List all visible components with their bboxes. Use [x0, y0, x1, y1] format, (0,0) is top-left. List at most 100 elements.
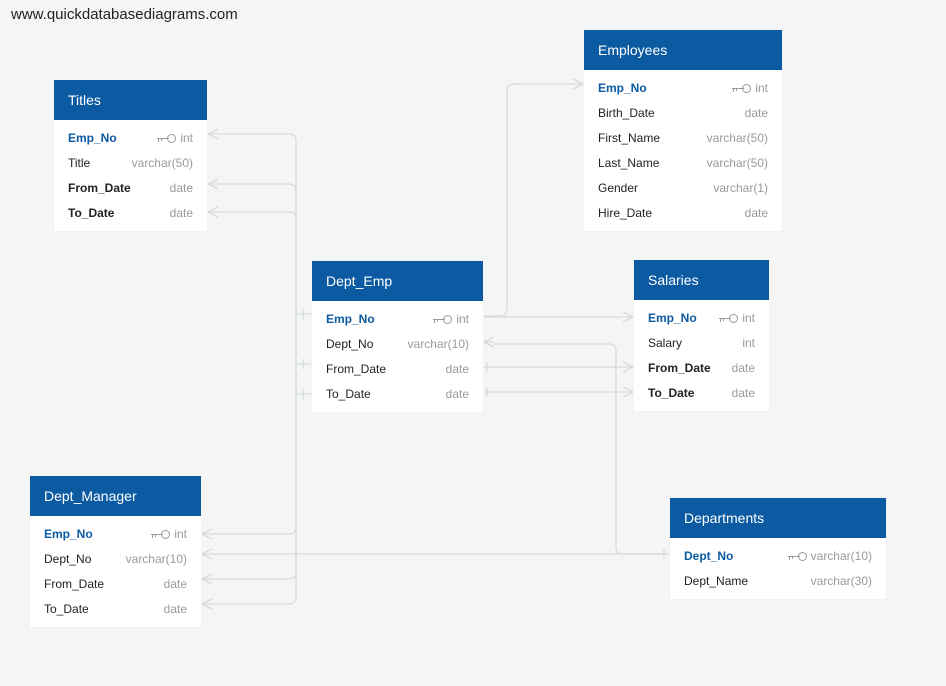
- field-type-label: date: [445, 387, 469, 401]
- field-row[interactable]: From_Date date: [30, 572, 201, 597]
- field-row[interactable]: To_Date date: [312, 382, 483, 407]
- field-row[interactable]: Dept_Name varchar(30): [670, 569, 886, 594]
- field-row[interactable]: Dept_No varchar(10): [670, 544, 886, 569]
- field-type-label: date: [169, 206, 193, 220]
- field-type: date: [732, 381, 755, 406]
- table-departments[interactable]: Departments Dept_No varchar(10) Dept_Name v…: [670, 498, 886, 599]
- field-list: Emp_No int Dept_No varchar(10) From_Date date…: [312, 301, 483, 412]
- field-type: varchar(50): [707, 126, 768, 151]
- field-type-label: varchar(50): [706, 156, 768, 170]
- field-type: varchar(10): [408, 332, 469, 357]
- field-type: int: [433, 307, 469, 332]
- table-header[interactable]: Dept_Manager: [30, 476, 201, 516]
- field-type-label: date: [445, 362, 469, 376]
- link-dept-manager-to: [202, 190, 297, 605]
- table-dept-manager[interactable]: Dept_Manager Emp_No int Dept_No varchar(10)…: [30, 476, 201, 627]
- table-header[interactable]: Salaries: [634, 260, 769, 300]
- key-icon: [157, 134, 177, 143]
- field-name: Dept_No: [44, 552, 92, 566]
- field-row[interactable]: Last_Name varchar(50): [584, 151, 782, 176]
- field-row[interactable]: Emp_No int: [584, 76, 782, 101]
- field-row[interactable]: Emp_No int: [634, 306, 769, 331]
- field-type-label: date: [163, 577, 187, 591]
- field-row[interactable]: First_Name varchar(50): [584, 126, 782, 151]
- table-header[interactable]: Employees: [584, 30, 782, 70]
- table-header[interactable]: Titles: [54, 80, 207, 120]
- key-icon: [433, 315, 453, 324]
- link-titles-to: [208, 211, 297, 220]
- table-header[interactable]: Departments: [670, 498, 886, 538]
- field-type-label: date: [731, 386, 755, 400]
- field-type: varchar(50): [132, 151, 193, 176]
- field-name: Dept_No: [326, 337, 374, 351]
- field-name: Emp_No: [326, 312, 375, 326]
- field-type: date: [170, 176, 193, 201]
- field-name: Dept_Name: [684, 574, 749, 588]
- field-row[interactable]: To_Date date: [54, 201, 207, 226]
- field-type-label: date: [744, 206, 768, 220]
- field-type: date: [170, 201, 193, 226]
- field-row[interactable]: Emp_No int: [312, 307, 483, 332]
- field-name: Title: [68, 156, 91, 170]
- field-type: varchar(30): [811, 569, 872, 594]
- field-row[interactable]: Emp_No int: [30, 522, 201, 547]
- field-name: First_Name: [598, 131, 661, 145]
- field-name: From_Date: [44, 577, 105, 591]
- field-name: From_Date: [648, 361, 711, 375]
- field-name: Emp_No: [648, 311, 697, 325]
- field-row[interactable]: Salary int: [634, 331, 769, 356]
- field-row[interactable]: From_Date date: [312, 357, 483, 382]
- field-type-label: varchar(10): [407, 337, 469, 351]
- key-icon: [787, 552, 807, 561]
- link-employees-dept-emp: [484, 83, 583, 317]
- field-row[interactable]: From_Date date: [634, 356, 769, 381]
- field-name: Emp_No: [598, 81, 647, 95]
- field-row[interactable]: From_Date date: [54, 176, 207, 201]
- field-type-label: varchar(10): [810, 549, 872, 563]
- field-name: Dept_No: [684, 549, 734, 563]
- key-icon: [732, 84, 752, 93]
- field-name: Hire_Date: [598, 206, 653, 220]
- field-list: Emp_No int Dept_No varchar(10) From_Date date…: [30, 516, 201, 627]
- field-name: To_Date: [326, 387, 371, 401]
- field-type: date: [164, 572, 187, 597]
- field-type-label: int: [755, 81, 768, 95]
- table-header[interactable]: Dept_Emp: [312, 261, 483, 301]
- field-row[interactable]: Dept_No varchar(10): [312, 332, 483, 357]
- table-salaries[interactable]: Salaries Emp_No int Salary int From_Date date…: [634, 260, 769, 411]
- table-dept-emp[interactable]: Dept_Emp Emp_No int Dept_No varchar(10) From…: [312, 261, 483, 412]
- field-type: date: [446, 382, 469, 407]
- field-type: varchar(50): [707, 151, 768, 176]
- key-icon: [151, 530, 171, 539]
- field-row[interactable]: Dept_No varchar(10): [30, 547, 201, 572]
- field-type-label: varchar(10): [125, 552, 187, 566]
- field-type: varchar(10): [787, 544, 872, 569]
- field-type: date: [745, 101, 768, 126]
- link-titles-from: [208, 183, 297, 192]
- field-row[interactable]: Birth_Date date: [584, 101, 782, 126]
- table-titles[interactable]: Titles Emp_No int Title varchar(50) From_Dat…: [54, 80, 207, 231]
- table-employees[interactable]: Employees Emp_No int Birth_Date date First_N…: [584, 30, 782, 231]
- field-row[interactable]: Gender varchar(1): [584, 176, 782, 201]
- field-type-label: varchar(50): [131, 156, 193, 170]
- field-row[interactable]: Emp_No int: [54, 126, 207, 151]
- field-type: date: [745, 201, 768, 226]
- link-dept-manager-from: [202, 571, 297, 580]
- field-type-label: date: [163, 602, 187, 616]
- field-type-label: varchar(1): [713, 181, 768, 195]
- field-type-label: date: [731, 361, 755, 375]
- field-name: From_Date: [68, 181, 131, 195]
- field-list: Emp_No int Title varchar(50) From_Date date To…: [54, 120, 207, 231]
- field-type: date: [446, 357, 469, 382]
- field-row[interactable]: Hire_Date date: [584, 201, 782, 226]
- field-list: Emp_No int Salary int From_Date date To_Date da…: [634, 300, 769, 411]
- field-row[interactable]: To_Date date: [634, 381, 769, 406]
- field-type: int: [157, 126, 193, 151]
- field-type-label: varchar(50): [706, 131, 768, 145]
- field-name: Emp_No: [68, 131, 117, 145]
- field-row[interactable]: To_Date date: [30, 597, 201, 622]
- field-type-label: date: [169, 181, 193, 195]
- field-row[interactable]: Title varchar(50): [54, 151, 207, 176]
- field-type: int: [719, 306, 755, 331]
- field-name: To_Date: [44, 602, 89, 616]
